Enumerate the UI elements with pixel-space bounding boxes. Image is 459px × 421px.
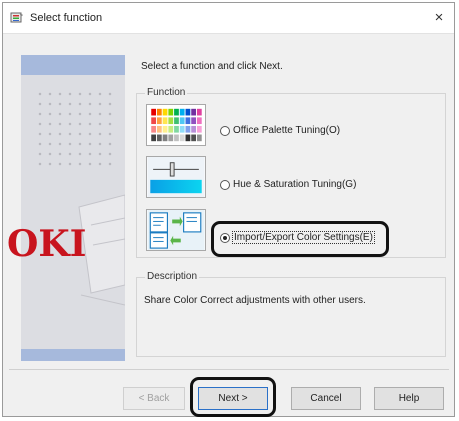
description-text: Share Color Correct adjustments with oth… (144, 295, 366, 306)
palette-swatch (185, 108, 191, 116)
palette-swatch (151, 134, 156, 142)
palette-swatch (174, 134, 179, 142)
palette-swatch (156, 134, 162, 142)
close-button[interactable]: × (424, 3, 454, 33)
window-title: Select function (30, 12, 103, 24)
hue-saturation-slider-icon (146, 156, 206, 198)
palette-swatch (191, 125, 196, 133)
palette-swatch (168, 125, 174, 133)
title-bar: Select function × (3, 3, 454, 34)
palette-swatch (179, 125, 185, 133)
printer-illustration (78, 194, 125, 306)
palette-swatch (156, 108, 162, 116)
palette-swatch (151, 108, 156, 116)
palette-swatch (185, 134, 191, 142)
palette-swatch (179, 108, 185, 116)
help-button[interactable]: Help (374, 387, 444, 410)
palette-swatch (156, 117, 162, 125)
oki-banner (21, 55, 125, 361)
cancel-button[interactable]: Cancel (291, 387, 361, 410)
palette-swatch (168, 134, 174, 142)
description-group-box (136, 277, 446, 357)
oki-logo: OKI (7, 223, 87, 265)
palette-swatch (151, 117, 156, 125)
palette-swatch (196, 117, 202, 125)
option-office-palette-tuning[interactable]: Office Palette Tuning(O) (220, 125, 340, 136)
palette-swatch (179, 134, 185, 142)
radio-hue-saturation-tuning[interactable] (220, 179, 230, 190)
palette-swatch (185, 117, 191, 125)
option-label: Hue & Saturation Tuning(G) (233, 179, 357, 190)
palette-swatch (185, 125, 191, 133)
radio-office-palette-tuning[interactable] (220, 125, 230, 136)
palette-swatch (196, 108, 202, 116)
footer-divider (9, 369, 449, 370)
palette-swatch (168, 117, 174, 125)
palette-swatch (191, 117, 196, 125)
back-button[interactable]: < Back (123, 387, 185, 410)
palette-swatch (174, 125, 179, 133)
palette-swatch (168, 108, 174, 116)
app-icon (10, 12, 23, 23)
palette-swatch (196, 134, 202, 142)
radio-import-export-color-settings[interactable] (220, 232, 230, 243)
option-label: Office Palette Tuning(O) (233, 125, 341, 136)
palette-swatch (162, 125, 168, 133)
option-label: Import/Export Color Settings(E) (232, 231, 375, 244)
option-hue-saturation-tuning[interactable]: Hue & Saturation Tuning(G) (220, 179, 356, 190)
palette-swatch (162, 117, 168, 125)
palette-swatch (191, 134, 196, 142)
palette-swatch (179, 117, 185, 125)
palette-swatch (162, 134, 168, 142)
option-import-export-color-settings[interactable]: Import/Export Color Settings(E) (220, 231, 375, 244)
import-export-icon (146, 209, 206, 251)
palette-swatch (151, 125, 156, 133)
palette-swatch (196, 125, 202, 133)
palette-swatch (156, 125, 162, 133)
banner-bottom-strip (21, 349, 125, 361)
palette-swatch (162, 108, 168, 116)
select-function-dialog: Select function × OKI Select a function … (2, 2, 455, 417)
color-palette-icon (146, 104, 206, 146)
description-label: Description (145, 271, 200, 282)
next-button[interactable]: Next > (198, 387, 268, 410)
palette-swatch (174, 117, 179, 125)
instruction-text: Select a function and click Next. (141, 61, 283, 72)
function-group-label: Function (145, 87, 188, 98)
palette-swatch (191, 108, 196, 116)
palette-swatch (174, 108, 179, 116)
